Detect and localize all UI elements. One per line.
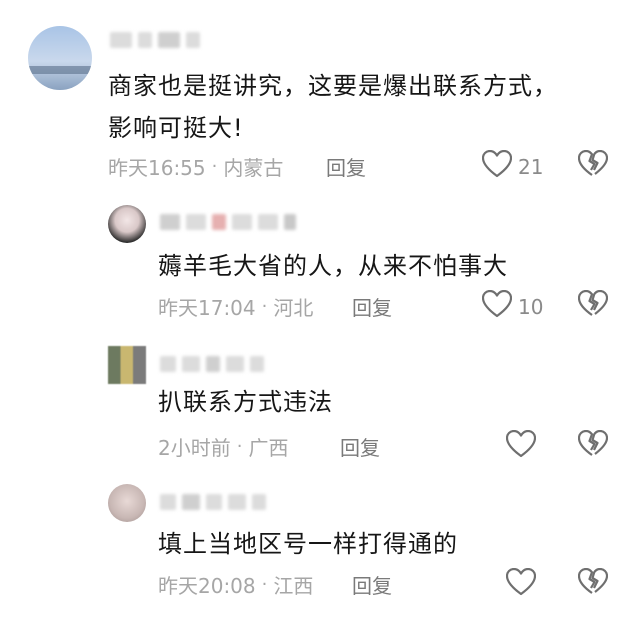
avatar[interactable] <box>108 205 146 243</box>
reply-button[interactable]: 回复 <box>340 432 380 461</box>
separator: · <box>236 436 243 457</box>
comment-meta: 昨天16:55 · 内蒙古 <box>108 152 283 181</box>
heart-outline-icon <box>481 149 513 183</box>
comment-meta: 昨天20:08 · 江西 <box>158 570 313 599</box>
username-blurred[interactable] <box>160 354 264 374</box>
reply-button[interactable]: 回复 <box>352 570 392 599</box>
comment-text-line2: 影响可挺大! <box>108 114 244 142</box>
like-button[interactable] <box>505 567 537 601</box>
heart-outline-icon <box>505 429 537 463</box>
username-blurred[interactable] <box>160 492 266 512</box>
comment-meta: 昨天17:04 · 河北 <box>158 292 313 321</box>
timestamp: 昨天17:04 <box>158 296 256 320</box>
broken-heart-icon <box>577 289 609 322</box>
separator: · <box>261 296 268 317</box>
separator: · <box>261 574 268 595</box>
comment-item: 填上当地区号一样打得通的 昨天20:08 · 江西 回复 <box>0 470 640 610</box>
dislike-button[interactable] <box>577 149 609 182</box>
comment-item: 薅羊毛大省的人，从来不怕事大 昨天17:04 · 河北 回复 10 <box>0 190 640 330</box>
avatar[interactable] <box>108 346 146 384</box>
location: 河北 <box>273 296 314 320</box>
dislike-button[interactable] <box>577 567 609 600</box>
location: 江西 <box>273 574 314 598</box>
like-button[interactable]: 21 <box>481 149 544 183</box>
username-blurred[interactable] <box>110 30 200 50</box>
timestamp: 昨天20:08 <box>158 574 256 598</box>
comment-meta: 2小时前 · 广西 <box>158 432 288 461</box>
comment-text: 薅羊毛大省的人，从来不怕事大 <box>158 252 508 280</box>
comment-item: 扒联系方式违法 2小时前 · 广西 回复 <box>0 330 640 470</box>
heart-outline-icon <box>505 567 537 601</box>
dislike-button[interactable] <box>577 289 609 322</box>
username-blurred[interactable] <box>160 212 296 232</box>
like-count: 21 <box>518 154 544 179</box>
reply-button[interactable]: 回复 <box>326 152 366 181</box>
like-count: 10 <box>518 294 544 319</box>
separator: · <box>211 156 218 177</box>
reply-button[interactable]: 回复 <box>352 292 392 321</box>
timestamp: 2小时前 <box>158 436 231 460</box>
comment-text: 扒联系方式违法 <box>158 388 333 416</box>
comment-text: 商家也是挺讲究，这要是爆出联系方式， <box>108 72 558 100</box>
location: 广西 <box>248 436 289 460</box>
avatar[interactable] <box>28 26 92 90</box>
broken-heart-icon <box>577 429 609 462</box>
broken-heart-icon <box>577 149 609 182</box>
heart-outline-icon <box>481 289 513 323</box>
broken-heart-icon <box>577 567 609 600</box>
avatar[interactable] <box>108 484 146 522</box>
comment-text: 填上当地区号一样打得通的 <box>158 530 458 558</box>
location: 内蒙古 <box>223 156 284 180</box>
like-button[interactable]: 10 <box>481 289 544 323</box>
like-button[interactable] <box>505 429 537 463</box>
timestamp: 昨天16:55 <box>108 156 206 180</box>
comment-item: 商家也是挺讲究，这要是爆出联系方式， 影响可挺大! 昨天16:55 · 内蒙古 … <box>0 0 640 190</box>
dislike-button[interactable] <box>577 429 609 462</box>
